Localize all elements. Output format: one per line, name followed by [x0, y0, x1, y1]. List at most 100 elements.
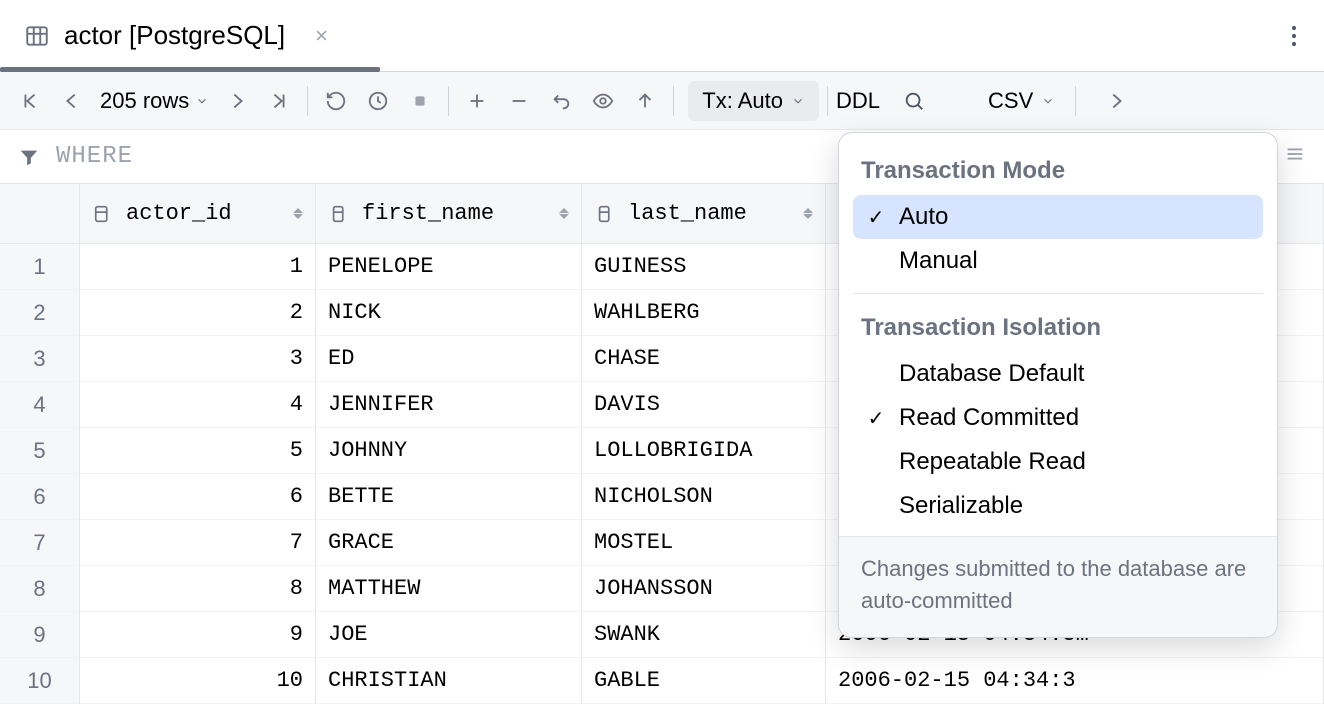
sort-icon[interactable]	[293, 208, 303, 219]
cell-actor-id[interactable]: 5	[80, 428, 315, 474]
cell-last-name[interactable]: MOSTEL	[582, 520, 825, 566]
chevron-down-icon	[1041, 94, 1055, 108]
cell-actor-id[interactable]: 8	[80, 566, 315, 612]
cell-actor-id[interactable]: 10	[80, 658, 315, 704]
export-csv-dropdown[interactable]: CSV	[988, 88, 1055, 114]
cell-first-name[interactable]: BETTE	[316, 474, 581, 520]
cell-last-name[interactable]: GUINESS	[582, 244, 825, 290]
cell-last-name[interactable]: CHASE	[582, 336, 825, 382]
column-label: first_name	[362, 201, 494, 226]
column-icon	[328, 203, 352, 225]
cell-actor-id[interactable]: 9	[80, 612, 315, 658]
row-number[interactable]: 3	[0, 336, 79, 382]
revert-button[interactable]	[541, 81, 581, 121]
separator	[827, 86, 828, 116]
row-number[interactable]: 7	[0, 520, 79, 566]
more-button[interactable]	[1096, 81, 1136, 121]
iso-repeatable-read[interactable]: Repeatable Read	[853, 440, 1263, 484]
cell-last-name[interactable]: LOLLOBRIGIDA	[582, 428, 825, 474]
iso-read-committed[interactable]: ✓ Read Committed	[853, 396, 1263, 440]
row-number[interactable]: 8	[0, 566, 79, 612]
cell-last-name[interactable]: JOHANSSON	[582, 566, 825, 612]
column-header-first-name[interactable]: first_name	[316, 184, 581, 244]
cell-last-name[interactable]: NICHOLSON	[582, 474, 825, 520]
stop-button[interactable]	[400, 81, 440, 121]
tx-mode-manual[interactable]: Manual	[853, 239, 1263, 283]
tx-mode-auto[interactable]: ✓ Auto	[853, 195, 1263, 239]
ddl-button[interactable]: DDL	[836, 88, 880, 114]
preview-button[interactable]	[583, 81, 623, 121]
last-page-button[interactable]	[259, 81, 299, 121]
row-number[interactable]: 10	[0, 658, 79, 704]
cell-first-name[interactable]: JOHNNY	[316, 428, 581, 474]
close-tab-button[interactable]: ×	[315, 23, 328, 49]
iso-serializable[interactable]: Serializable	[853, 484, 1263, 528]
column-header-last-name[interactable]: last_name	[582, 184, 825, 244]
cell-first-name[interactable]: ED	[316, 336, 581, 382]
row-number[interactable]: 2	[0, 290, 79, 336]
cell-actor-id[interactable]: 3	[80, 336, 315, 382]
first-page-button[interactable]	[10, 81, 50, 121]
cell-actor-id[interactable]: 2	[80, 290, 315, 336]
cell-last-name[interactable]: DAVIS	[582, 382, 825, 428]
separator	[307, 86, 308, 116]
table-icon	[24, 23, 50, 49]
separator	[448, 86, 449, 116]
rows-count-dropdown[interactable]: 205 rows	[94, 88, 215, 114]
prev-page-button[interactable]	[52, 81, 92, 121]
cell-actor-id[interactable]: 6	[80, 474, 315, 520]
dropdown-item-label: Manual	[899, 247, 978, 275]
cell-first-name[interactable]: JENNIFER	[316, 382, 581, 428]
column-label: actor_id	[126, 201, 232, 226]
schedule-button[interactable]	[358, 81, 398, 121]
row-number[interactable]: 5	[0, 428, 79, 474]
cell-actor-id[interactable]: 1	[80, 244, 315, 290]
cell-first-name[interactable]: MATTHEW	[316, 566, 581, 612]
csv-label: CSV	[988, 88, 1033, 114]
column-last-name: last_name GUINESSWAHLBERGCHASEDAVISLOLLO…	[582, 184, 826, 704]
iso-database-default[interactable]: Database Default	[853, 352, 1263, 396]
cell-actor-id[interactable]: 7	[80, 520, 315, 566]
cell-actor-id[interactable]: 4	[80, 382, 315, 428]
key-column-icon	[92, 203, 116, 225]
editor-tab[interactable]: actor [PostgreSQL] ×	[0, 0, 352, 71]
chevron-down-icon	[791, 94, 805, 108]
sort-icon[interactable]	[803, 208, 813, 219]
cell-first-name[interactable]: GRACE	[316, 520, 581, 566]
cell-last-name[interactable]: SWANK	[582, 612, 825, 658]
filter-menu-icon[interactable]	[1284, 143, 1306, 171]
dropdown-footer: Changes submitted to the database are au…	[839, 536, 1277, 637]
column-label: last_name	[628, 201, 747, 226]
reload-button[interactable]	[316, 81, 356, 121]
cell-first-name[interactable]: JOE	[316, 612, 581, 658]
row-number[interactable]: 6	[0, 474, 79, 520]
tx-mode-dropdown[interactable]: Tx: Auto	[688, 81, 819, 121]
row-number[interactable]: 9	[0, 612, 79, 658]
sort-icon[interactable]	[559, 208, 569, 219]
search-button[interactable]	[894, 81, 934, 121]
filter-icon	[18, 146, 40, 168]
column-header-actor-id[interactable]: actor_id	[80, 184, 315, 244]
toolbar: 205 rows Tx: Auto DDL CSV	[0, 72, 1324, 130]
row-number-gutter: 12345678910	[0, 184, 80, 704]
chevron-down-icon	[195, 94, 209, 108]
delete-row-button[interactable]	[499, 81, 539, 121]
row-number[interactable]: 1	[0, 244, 79, 290]
tab-underline	[0, 67, 380, 72]
dropdown-item-label: Database Default	[899, 360, 1084, 388]
cell-last-update[interactable]: 2006-02-15 04:34:3	[826, 658, 1323, 704]
dropdown-item-label: Repeatable Read	[899, 448, 1086, 476]
tab-bar: actor [PostgreSQL] ×	[0, 0, 1324, 72]
add-row-button[interactable]	[457, 81, 497, 121]
cell-first-name[interactable]: CHRISTIAN	[316, 658, 581, 704]
cell-first-name[interactable]: NICK	[316, 290, 581, 336]
filter-placeholder: WHERE	[56, 143, 133, 170]
next-page-button[interactable]	[217, 81, 257, 121]
cell-last-name[interactable]: GABLE	[582, 658, 825, 704]
row-number[interactable]: 4	[0, 382, 79, 428]
tab-menu-button[interactable]	[1284, 18, 1304, 54]
cell-first-name[interactable]: PENELOPE	[316, 244, 581, 290]
cell-last-name[interactable]: WAHLBERG	[582, 290, 825, 336]
tx-label: Tx: Auto	[702, 88, 783, 114]
submit-button[interactable]	[625, 81, 665, 121]
